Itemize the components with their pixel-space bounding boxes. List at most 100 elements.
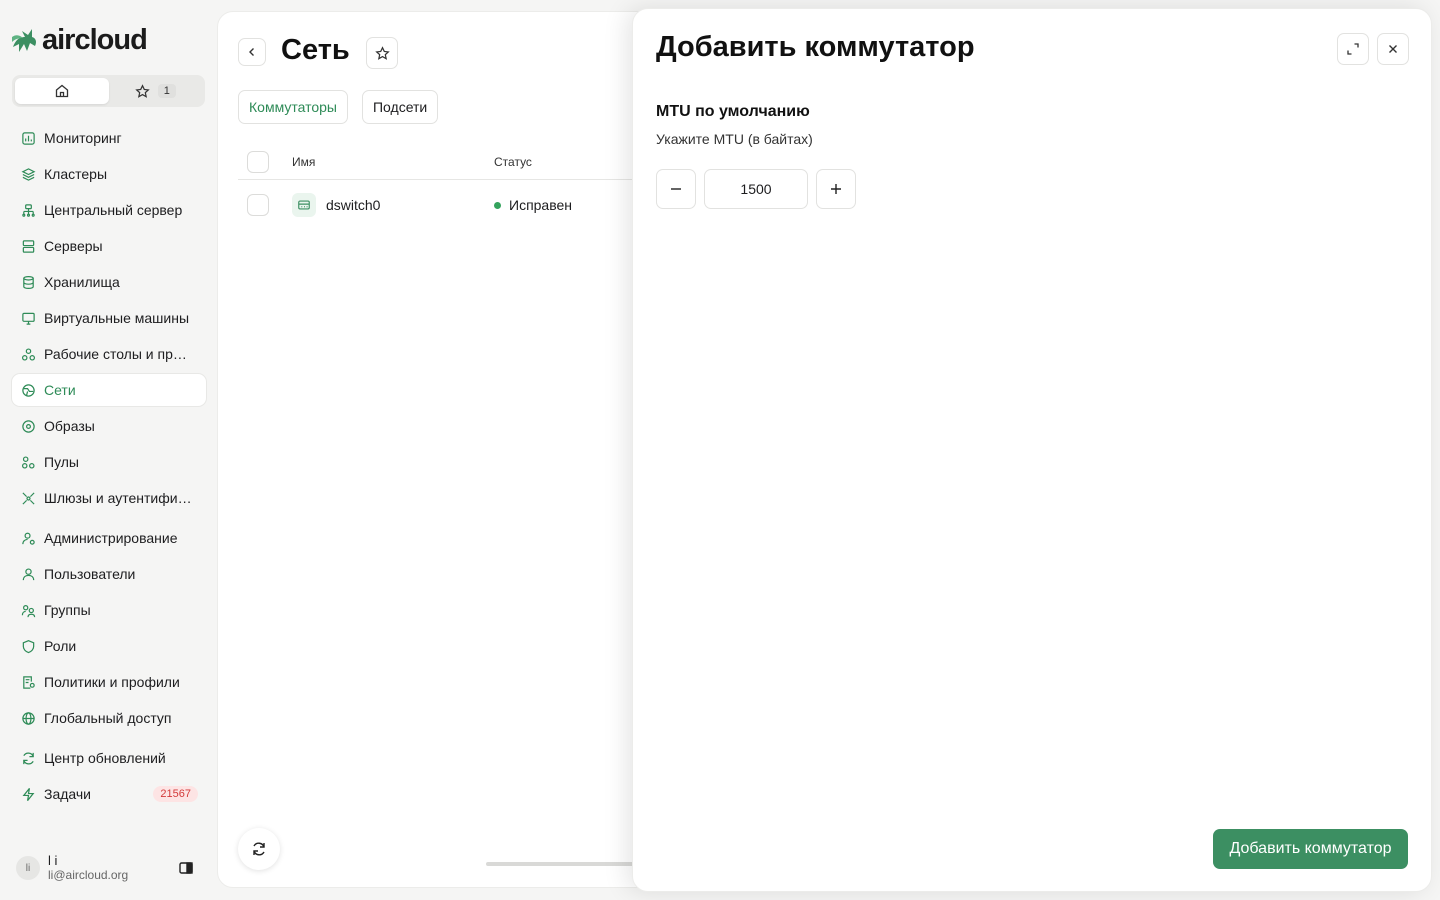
page-title: Сеть: [281, 34, 350, 66]
table-row[interactable]: dswitch0 Исправен: [238, 180, 678, 230]
star-icon: [134, 83, 150, 98]
mtu-label: MTU по умолчанию: [656, 103, 810, 120]
logo[interactable]: aircloud: [10, 22, 148, 58]
mtu-hint: Укажите MTU (в байтах): [656, 131, 813, 147]
column-header-status: Статус: [494, 154, 532, 169]
tab-switches[interactable]: Коммутаторы: [238, 90, 348, 124]
sidebar: aircloud 1 Мониторинг Кластеры Центральн…: [0, 0, 216, 900]
sidebar-item-label: Сети: [44, 382, 76, 398]
sidebar-item-label: Политики и профили: [44, 674, 180, 690]
sidebar-toggle-icon[interactable]: [178, 860, 194, 876]
close-icon: [1389, 45, 1397, 53]
decrement-button[interactable]: [656, 169, 696, 209]
sidebar-item-update-center[interactable]: Центр обновлений: [12, 742, 206, 774]
user-profile[interactable]: li l i li@aircloud.org: [16, 852, 196, 884]
row-checkbox[interactable]: [247, 194, 269, 216]
sidebar-item-administration[interactable]: Администрирование: [12, 522, 206, 554]
add-switch-drawer: Добавить коммутатор MTU по умолчанию Ука…: [632, 8, 1432, 892]
group-icon: [21, 604, 36, 617]
refresh-icon: [23, 751, 34, 765]
user-email: li@aircloud.org: [48, 868, 129, 882]
table-header: Имя Статус: [238, 144, 678, 180]
shield-icon: [22, 639, 35, 653]
database-icon: [23, 275, 34, 289]
sidebar-item-label: Задачи: [44, 786, 92, 802]
refresh-icon: [253, 842, 265, 856]
favorites-segment[interactable]: 1: [109, 78, 203, 104]
star-icon: [374, 45, 390, 60]
sidebar-item-monitoring[interactable]: Мониторинг: [12, 122, 206, 154]
sidebar-item-desktops[interactable]: Рабочие столы и приложения: [12, 338, 206, 370]
switches-table: Имя Статус dswitch0 Исправен: [238, 144, 678, 230]
sidebar-item-users[interactable]: Пользователи: [12, 558, 206, 590]
sidebar-item-gateways[interactable]: Шлюзы и аутентификация: [12, 482, 206, 514]
sidebar-item-servers[interactable]: Серверы: [12, 230, 206, 262]
sidebar-item-tasks[interactable]: Задачи 21567: [12, 778, 206, 810]
sidebar-item-label: Мониторинг: [44, 130, 122, 146]
select-all-checkbox[interactable]: [247, 150, 269, 173]
sidebar-item-global-access[interactable]: Глобальный доступ: [12, 702, 206, 734]
sidebar-item-pools[interactable]: Пулы: [12, 446, 206, 478]
sidebar-item-vms[interactable]: Виртуальные машины: [12, 302, 206, 334]
globe-icon: [22, 711, 35, 725]
home-segment[interactable]: [15, 78, 109, 104]
sidebar-item-label: Кластеры: [44, 166, 107, 182]
sidebar-item-label: Образы: [44, 418, 95, 434]
sidebar-item-networks[interactable]: Сети: [12, 374, 206, 406]
expand-icon: [1347, 43, 1359, 55]
sidebar-item-label: Шлюзы и аутентификация: [44, 490, 194, 506]
add-switch-submit-button[interactable]: Добавить коммутатор: [1213, 829, 1408, 869]
sidebar-item-policies[interactable]: Политики и профили: [12, 666, 206, 698]
sidebar-item-clusters[interactable]: Кластеры: [12, 158, 206, 190]
brand-name: aircloud: [42, 23, 148, 56]
horizontal-scrollbar[interactable]: [486, 862, 636, 866]
mtu-input[interactable]: [704, 169, 808, 209]
chart-icon: [22, 131, 35, 145]
status-text: Исправен: [509, 197, 573, 213]
tab-subnets[interactable]: Подсети: [361, 90, 439, 124]
favorite-button[interactable]: [366, 37, 398, 69]
policy-icon: [23, 675, 35, 689]
minus-icon: [671, 188, 681, 190]
avatar: li: [16, 856, 40, 880]
network-icon: [22, 383, 35, 397]
tabs: Коммутаторы Подсети: [238, 90, 439, 124]
user-info: l i li@aircloud.org: [48, 853, 128, 883]
sidebar-item-label: Виртуальные машины: [44, 310, 190, 326]
home-icon: [55, 84, 68, 98]
user-name: l i: [48, 853, 58, 868]
sidebar-item-label: Рабочие столы и приложения: [44, 346, 194, 362]
row-name-cell: dswitch0: [292, 193, 380, 217]
user-icon: [22, 567, 35, 580]
apps-icon: [21, 347, 36, 361]
sidebar-item-central-server[interactable]: Центральный сервер: [12, 194, 206, 226]
tasks-count-badge: 21567: [153, 786, 198, 802]
sidebar-item-label: Хранилища: [44, 274, 120, 290]
sidebar-item-storage[interactable]: Хранилища: [12, 266, 206, 298]
sidebar-item-groups[interactable]: Группы: [12, 594, 206, 626]
monitor-icon: [22, 312, 35, 325]
back-button[interactable]: [238, 38, 266, 66]
main-panel: Сеть Коммутаторы Подсети Имя Статус dswi…: [217, 11, 678, 888]
pool-icon: [21, 455, 35, 469]
sidebar-item-label: Центр обновлений: [44, 750, 166, 766]
sidebar-item-images[interactable]: Образы: [12, 410, 206, 442]
server-tree-icon: [22, 203, 35, 217]
plus-icon: [831, 184, 841, 194]
sidebar-item-roles[interactable]: Роли: [12, 630, 206, 662]
switch-name[interactable]: dswitch0: [326, 197, 380, 213]
refresh-button[interactable]: [238, 828, 280, 870]
mtu-stepper: [656, 169, 856, 209]
pegasus-logo-icon: [12, 29, 36, 52]
layers-icon: [21, 167, 36, 181]
admin-icon: [22, 532, 35, 545]
close-button[interactable]: [1377, 33, 1409, 65]
expand-button[interactable]: [1337, 33, 1369, 65]
favorites-count: 1: [157, 84, 176, 98]
drawer-title: Добавить коммутатор: [656, 31, 975, 63]
disc-icon: [22, 419, 35, 433]
sidebar-nav: Мониторинг Кластеры Центральный сервер С…: [12, 122, 206, 814]
increment-button[interactable]: [816, 169, 856, 209]
sidebar-item-label: Серверы: [44, 238, 103, 254]
sidebar-item-label: Группы: [44, 602, 91, 618]
